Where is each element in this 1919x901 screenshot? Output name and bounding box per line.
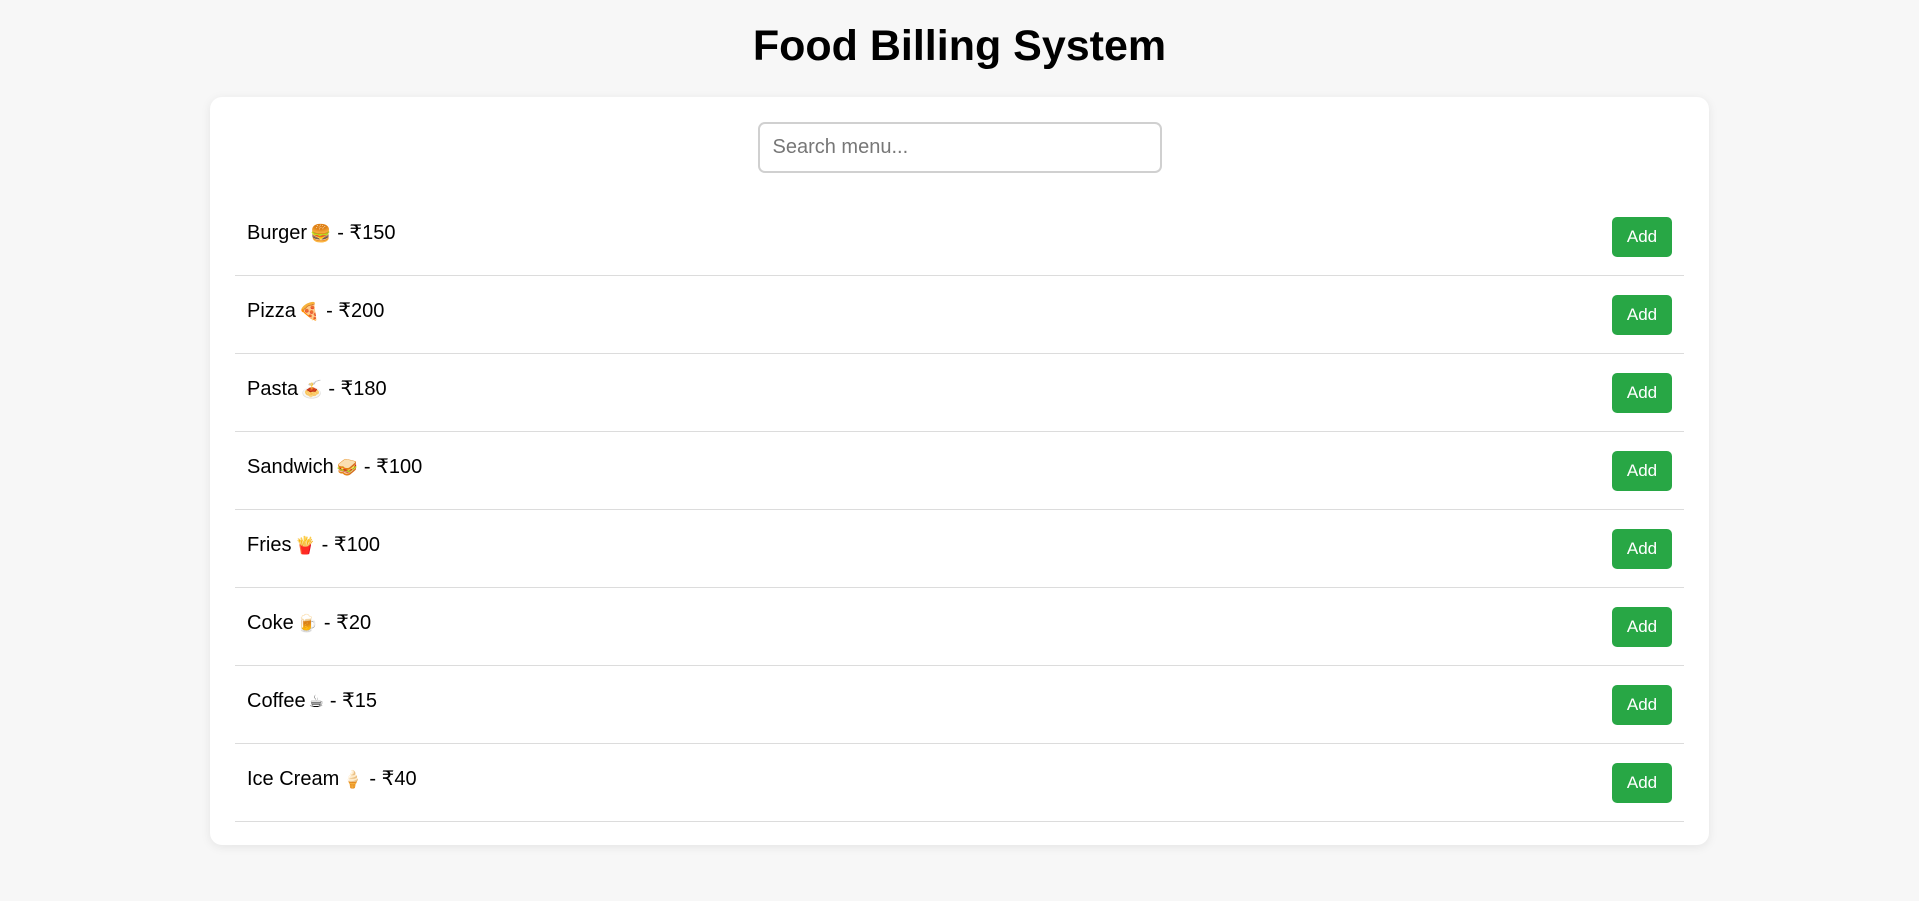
menu-item-label: Coke 🍺 - ₹20 [247, 612, 372, 634]
menu-item-fries: Fries 🍟 - ₹100 Add [235, 510, 1684, 588]
item-name: Burger [247, 222, 308, 244]
item-name: Coke [247, 612, 294, 634]
burger-icon: 🍔 [310, 224, 332, 243]
menu-item-coffee: Coffee ☕ - ₹15 Add [235, 666, 1684, 744]
menu-item-sandwich: Sandwich 🥪 - ₹100 Add [235, 432, 1684, 510]
pasta-icon: 🍝 [301, 380, 323, 399]
item-name: Pizza [247, 300, 296, 322]
page-title: Food Billing System [752, 22, 1167, 70]
add-fries-button[interactable]: Add [1612, 528, 1672, 569]
item-price: ₹200 [338, 300, 385, 322]
item-price: ₹180 [340, 378, 387, 400]
item-name: Fries [247, 534, 292, 556]
add-coffee-button[interactable]: Add [1612, 684, 1672, 725]
item-price: ₹100 [376, 456, 423, 478]
drink-icon: 🍺 [296, 614, 318, 633]
menu-item-pasta: Pasta 🍝 - ₹180 Add [235, 354, 1684, 432]
add-pizza-button[interactable]: Add [1612, 294, 1672, 335]
add-burger-button[interactable]: Add [1612, 216, 1672, 257]
menu-item-pizza: Pizza 🍕 - ₹200 Add [235, 276, 1684, 354]
fries-icon: 🍟 [294, 536, 316, 555]
item-price: ₹20 [336, 612, 372, 634]
add-ice-cream-button[interactable]: Add [1612, 762, 1672, 803]
add-pasta-button[interactable]: Add [1612, 372, 1672, 413]
add-sandwich-button[interactable]: Add [1612, 450, 1672, 491]
menu-item-label: Pizza 🍕 - ₹200 [247, 300, 385, 322]
item-name: Coffee [247, 690, 306, 712]
menu-item-burger: Burger 🍔 - ₹150 Add [235, 198, 1684, 276]
coffee-icon: ☕ [308, 692, 324, 711]
sandwich-icon: 🥪 [336, 458, 358, 477]
item-name: Sandwich [247, 456, 334, 478]
item-price: ₹100 [333, 534, 380, 556]
item-price: ₹40 [381, 768, 417, 790]
menu-item-label: Pasta 🍝 - ₹180 [247, 378, 387, 400]
ice-cream-icon: 🍦 [342, 770, 364, 789]
menu-item-ice-cream: Ice Cream 🍦 - ₹40 Add [235, 744, 1684, 822]
item-price: ₹15 [342, 690, 378, 712]
menu-item-label: Ice Cream 🍦 - ₹40 [247, 768, 417, 790]
pizza-icon: 🍕 [298, 302, 321, 321]
item-name: Pasta [247, 378, 299, 400]
menu-item-label: Burger 🍔 - ₹150 [247, 222, 396, 244]
menu-item-label: Coffee ☕ - ₹15 [247, 690, 378, 712]
menu-item-label: Fries 🍟 - ₹100 [247, 534, 380, 556]
menu-card: Burger🍔- ₹150 Add Pizza🍕- ₹200 Add Pasta… [210, 97, 1709, 845]
item-price: ₹150 [349, 222, 396, 244]
search-container [235, 122, 1684, 173]
menu-item-label: Sandwich 🥪 - ₹100 [247, 456, 423, 478]
add-coke-button[interactable]: Add [1612, 606, 1672, 647]
item-name: Ice Cream [247, 768, 340, 790]
search-input[interactable] [757, 122, 1162, 173]
menu-list: Burger 🍔 - ₹150 Add Pizza 🍕 - ₹200 Add Pasta… [235, 198, 1684, 822]
menu-item-coke: Coke 🍺 - ₹20 Add [235, 588, 1684, 666]
